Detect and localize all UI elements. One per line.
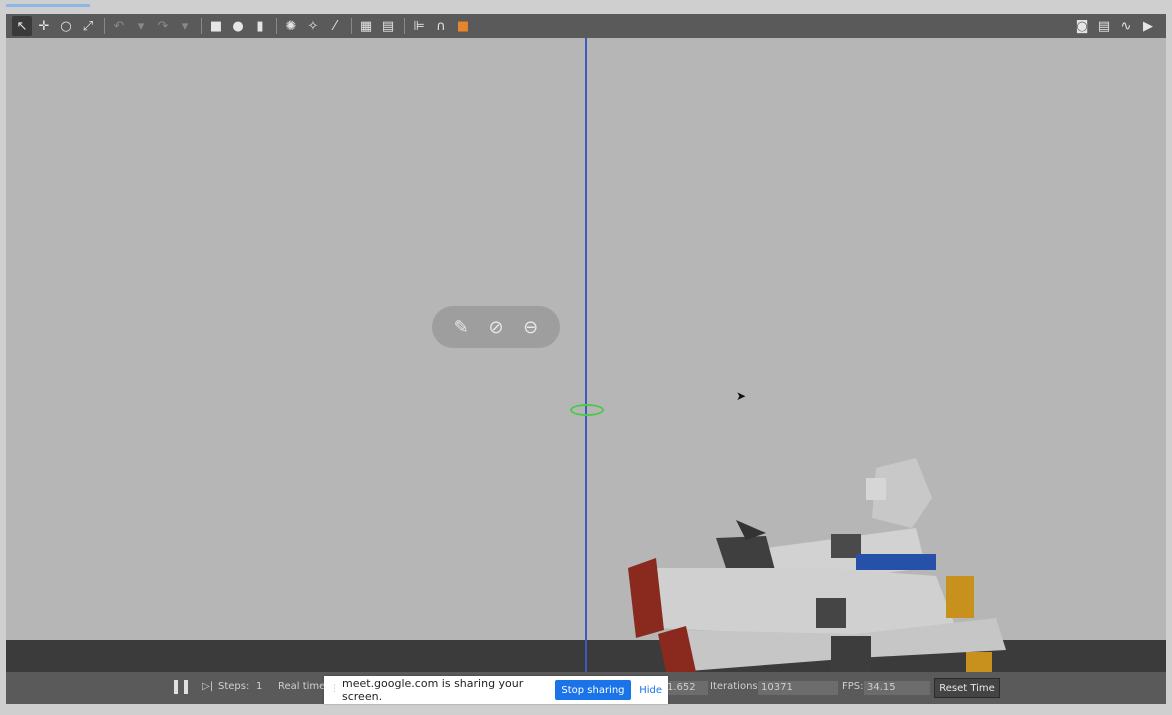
drag-handle-icon[interactable]: ⋮ <box>330 684 339 696</box>
toolbar-separator <box>276 18 277 34</box>
z-axis-line <box>585 38 587 672</box>
reset-time-button[interactable]: Reset Time <box>934 678 1000 698</box>
iterations-label: Iterations: <box>710 681 761 692</box>
rotate-tool-icon[interactable]: ○ <box>56 16 76 36</box>
robot-lower-hip-pad <box>966 652 992 672</box>
record-video-icon[interactable]: ▶ <box>1138 16 1158 36</box>
orange-model-icon[interactable]: ■ <box>453 16 473 36</box>
step-icon[interactable]: ▷| <box>202 681 213 692</box>
box-shape-icon[interactable]: ■ <box>206 16 226 36</box>
directional-light-icon[interactable]: ⁄ <box>325 16 345 36</box>
paste-icon[interactable]: ▤ <box>378 16 398 36</box>
steps-label: Steps: <box>218 681 250 692</box>
log-icon[interactable]: ▤ <box>1094 16 1114 36</box>
select-tool-icon[interactable]: ↖ <box>12 16 32 36</box>
right-toolset: ◙ ▤ ∿ ▶ <box>1072 16 1160 36</box>
pause-button[interactable] <box>174 680 188 696</box>
redo-history-icon[interactable]: ▾ <box>175 16 195 36</box>
floating-toolbar: ✎ ⊘ ⊖ <box>432 306 560 348</box>
sim-time-field: 1.652 <box>664 681 708 695</box>
copy-icon[interactable]: ▦ <box>356 16 376 36</box>
scale-tool-icon[interactable]: ⤢ <box>78 16 98 36</box>
fps-label: FPS: <box>842 681 864 692</box>
robot-hip-pad <box>946 576 974 618</box>
collapse-icon[interactable]: ⊖ <box>523 317 538 338</box>
left-toolset: ↖ ✛ ○ ⤢ ↶ ▾ ↷ ▾ ■ ● ▮ ✺ ✧ ⁄ ▦ ▤ ⊫ ∩ ■ <box>12 16 475 36</box>
toolbar-separator <box>351 18 352 34</box>
toolbar-separator <box>104 18 105 34</box>
robot-torso-band <box>856 554 936 570</box>
screenshot-icon[interactable]: ◙ <box>1072 16 1092 36</box>
hide-button[interactable]: Hide <box>639 685 662 696</box>
sphere-shape-icon[interactable]: ● <box>228 16 248 36</box>
undo-icon[interactable]: ↶ <box>109 16 129 36</box>
active-tab-indicator <box>6 4 90 7</box>
robot-head-side <box>866 478 886 500</box>
snap-icon[interactable]: ∩ <box>431 16 451 36</box>
redo-icon[interactable]: ↷ <box>153 16 173 36</box>
undo-history-icon[interactable]: ▾ <box>131 16 151 36</box>
main-toolbar: ↖ ✛ ○ ⤢ ↶ ▾ ↷ ▾ ■ ● ▮ ✺ ✧ ⁄ ▦ ▤ ⊫ ∩ ■ ◙ ▤ ∿ ▶ <box>6 14 1166 38</box>
fps-field: 34.15 <box>864 681 930 695</box>
stop-sharing-button[interactable]: Stop sharing <box>554 680 632 700</box>
steps-value[interactable]: 1 <box>256 681 262 692</box>
robot-upper-leg <box>646 568 956 636</box>
robot-knee-joint <box>816 598 846 628</box>
screen-share-banner: ⋮ meet.google.com is sharing your screen… <box>324 676 668 704</box>
pin-icon[interactable]: ✎ <box>454 317 469 338</box>
align-icon[interactable]: ⊫ <box>409 16 429 36</box>
3d-viewport[interactable]: ➤ ✎ ⊘ ⊖ <box>6 38 1166 672</box>
plot-icon[interactable]: ∿ <box>1116 16 1136 36</box>
share-message: meet.google.com is sharing your screen. <box>342 677 524 703</box>
real-time-label: Real time <box>278 681 326 692</box>
mouse-cursor-icon: ➤ <box>736 389 747 403</box>
translate-tool-icon[interactable]: ✛ <box>34 16 54 36</box>
robot-lower-knee <box>831 636 871 672</box>
disable-audio-icon[interactable]: ⊘ <box>488 317 503 338</box>
point-light-icon[interactable]: ✺ <box>281 16 301 36</box>
iterations-field: 10371 <box>758 681 838 695</box>
robot-model[interactable] <box>616 458 1006 672</box>
toolbar-separator <box>404 18 405 34</box>
gazebo-window: ↖ ✛ ○ ⤢ ↶ ▾ ↷ ▾ ■ ● ▮ ✺ ✧ ⁄ ▦ ▤ ⊫ ∩ ■ ◙ ▤ ∿ ▶ ➤ ✎ ⊘ ⊖ <box>0 0 1172 715</box>
origin-marker <box>570 404 604 416</box>
toolbar-separator <box>201 18 202 34</box>
spot-light-icon[interactable]: ✧ <box>303 16 323 36</box>
cylinder-shape-icon[interactable]: ▮ <box>250 16 270 36</box>
